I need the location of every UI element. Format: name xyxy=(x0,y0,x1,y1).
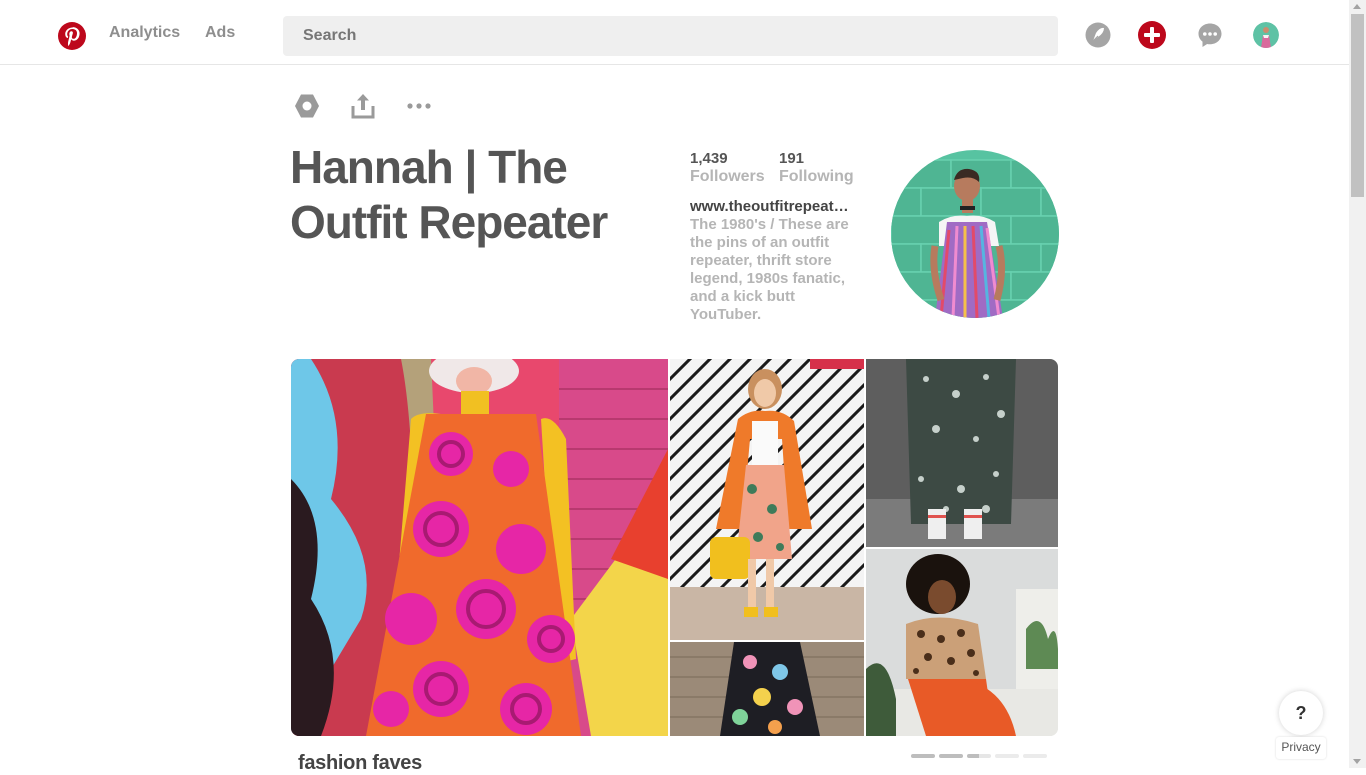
following-count: 191 xyxy=(779,150,805,167)
following-stat[interactable]: 191 Following xyxy=(779,150,854,186)
privacy-link[interactable]: Privacy xyxy=(1276,737,1326,759)
carousel-dot[interactable] xyxy=(1023,754,1047,758)
nav-ads-link[interactable]: Ads xyxy=(205,24,235,42)
carousel-dot[interactable] xyxy=(995,754,1019,758)
profile-avatar[interactable] xyxy=(1253,22,1279,48)
share-icon[interactable] xyxy=(349,92,377,120)
profile-name: Hannah | The Outfit Repeater xyxy=(290,141,608,248)
scroll-up-arrow-icon[interactable] xyxy=(1353,4,1361,9)
page-scrollbar[interactable] xyxy=(1349,0,1366,768)
search-input[interactable] xyxy=(283,16,1058,56)
board-title[interactable]: fashion faves xyxy=(298,752,422,775)
scroll-thumb[interactable] xyxy=(1351,14,1364,197)
explore-compass-icon[interactable] xyxy=(1084,21,1112,49)
nav-analytics-link[interactable]: Analytics xyxy=(109,24,180,42)
pin-image-sequin-skirt[interactable] xyxy=(866,359,1058,547)
carousel-dot[interactable] xyxy=(911,754,935,758)
messages-icon[interactable] xyxy=(1196,21,1224,49)
carousel-dot[interactable] xyxy=(967,754,991,758)
more-options-icon[interactable] xyxy=(405,92,433,120)
profile-website-link[interactable]: www.theoutfitrepeat… xyxy=(690,198,862,215)
followers-label: Followers xyxy=(690,168,765,185)
pin-image-striped-wall[interactable] xyxy=(670,359,864,640)
help-button[interactable]: ? xyxy=(1279,691,1323,735)
add-icon[interactable] xyxy=(1137,20,1167,50)
profile-photo[interactable] xyxy=(891,150,1059,318)
pin-image-leopard-top[interactable] xyxy=(866,549,1058,736)
carousel-dot[interactable] xyxy=(939,754,963,758)
pinterest-logo-icon[interactable] xyxy=(57,21,87,51)
pin-image-floral-skirt[interactable] xyxy=(670,642,864,736)
following-label: Following xyxy=(779,168,854,185)
top-nav-bar: Analytics Ads xyxy=(0,0,1349,65)
pin-image-graffiti-dress[interactable] xyxy=(291,359,668,736)
followers-stat[interactable]: 1,439 Followers xyxy=(690,150,765,186)
board-cover[interactable] xyxy=(291,359,1058,736)
followers-count: 1,439 xyxy=(690,150,728,167)
scroll-down-arrow-icon[interactable] xyxy=(1353,759,1361,764)
settings-hexagon-icon[interactable] xyxy=(293,92,321,120)
profile-bio: The 1980's / These are the pins of an ou… xyxy=(690,216,849,323)
